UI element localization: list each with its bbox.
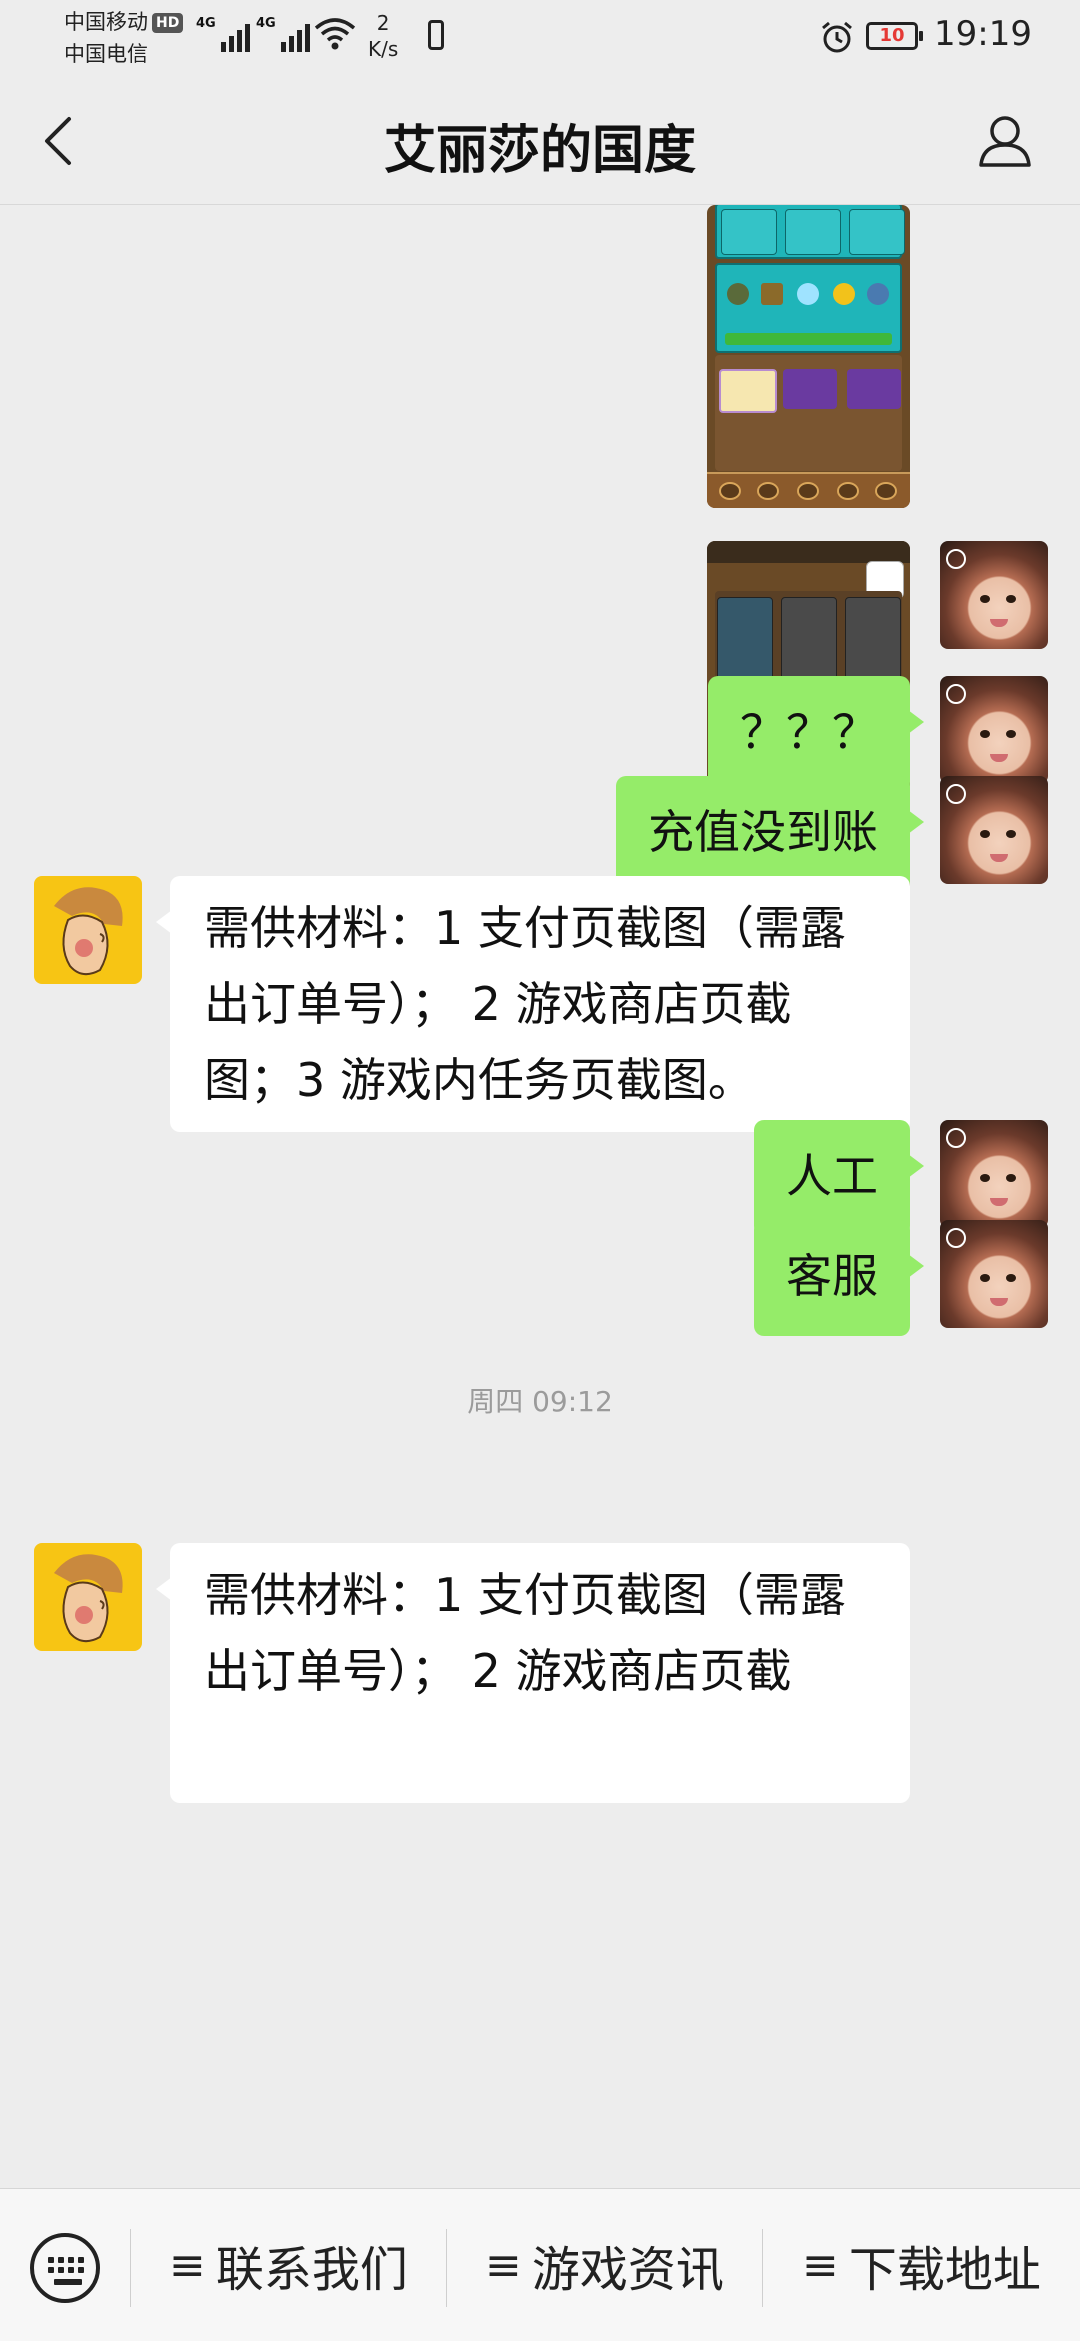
nav-bar: 艾丽莎的国度	[0, 78, 1080, 205]
my-avatar[interactable]	[940, 1120, 1048, 1228]
message-bubble-theirs[interactable]: 需供材料：1 支付页截图（需露 出订单号）； 2 游戏商店页截 图；3 游戏内任…	[156, 876, 910, 1132]
message-bubble-mine[interactable]: 人工	[754, 1120, 924, 1236]
menu-icon: ≡	[485, 2239, 522, 2291]
status-bar: 中国移动 HD 中国电信 4G 4G 2 K/s 10 19:19	[0, 0, 1080, 78]
cartoon-face-icon	[54, 887, 123, 976]
menu-contact-us[interactable]: ≡ 联系我们	[131, 2189, 446, 2341]
game-dock	[707, 472, 910, 508]
menu-icon: ≡	[802, 2239, 839, 2291]
chat-area[interactable]: ？？？ 充值没到账 需供材料：1 支付页截图（需露 出订单号）； 2 游戏商店页…	[0, 205, 1080, 2188]
carrier-1-label: 中国移动	[64, 10, 148, 34]
network-speed: 2 K/s	[368, 11, 399, 61]
bottom-menu-bar: ≡ 联系我们 ≡ 游戏资讯 ≡ 下载地址	[0, 2188, 1080, 2341]
message-bubble-theirs[interactable]: 需供材料：1 支付页截图（需露 出订单号）； 2 游戏商店页截	[156, 1543, 910, 1803]
signal-icon: 4G	[196, 16, 250, 52]
official-account-avatar[interactable]	[34, 1543, 142, 1651]
menu-download[interactable]: ≡ 下载地址	[763, 2189, 1080, 2341]
chest-row	[715, 355, 902, 471]
message-bubble-mine[interactable]: 充值没到账	[616, 776, 924, 892]
carrier-2-label: 中国电信	[64, 42, 148, 66]
profile-icon	[979, 116, 1031, 167]
message-bubble-mine[interactable]: 客服	[754, 1220, 924, 1336]
battery-icon: 10	[866, 22, 923, 50]
menu-icon: ≡	[169, 2239, 206, 2291]
menu-game-news[interactable]: ≡ 游戏资讯	[447, 2189, 762, 2341]
carrier-info: 中国移动 HD 中国电信	[64, 6, 184, 70]
vibrate-icon	[428, 20, 444, 50]
message-timestamp: 周四 09:12	[467, 1385, 613, 1418]
hd-badge: HD	[152, 13, 184, 33]
my-avatar[interactable]	[940, 776, 1048, 884]
my-avatar[interactable]	[940, 1220, 1048, 1328]
game-screenshot-image[interactable]	[707, 205, 910, 508]
reward-panel	[715, 263, 902, 353]
shop-row	[715, 205, 905, 259]
page-title: 艾丽莎的国度	[383, 121, 696, 181]
keyboard-toggle-button[interactable]	[30, 2233, 100, 2303]
cartoon-face-icon	[54, 1554, 123, 1643]
signal-icon-2: 4G	[256, 16, 310, 52]
my-avatar[interactable]	[940, 541, 1048, 649]
profile-button[interactable]	[970, 108, 1040, 174]
wifi-icon	[314, 18, 356, 50]
clock: 19:19	[934, 14, 1032, 54]
message-bubble-mine[interactable]: ？？？	[708, 676, 924, 792]
my-avatar[interactable]	[940, 676, 1048, 784]
official-account-avatar[interactable]	[34, 876, 142, 984]
alarm-icon	[822, 21, 852, 53]
